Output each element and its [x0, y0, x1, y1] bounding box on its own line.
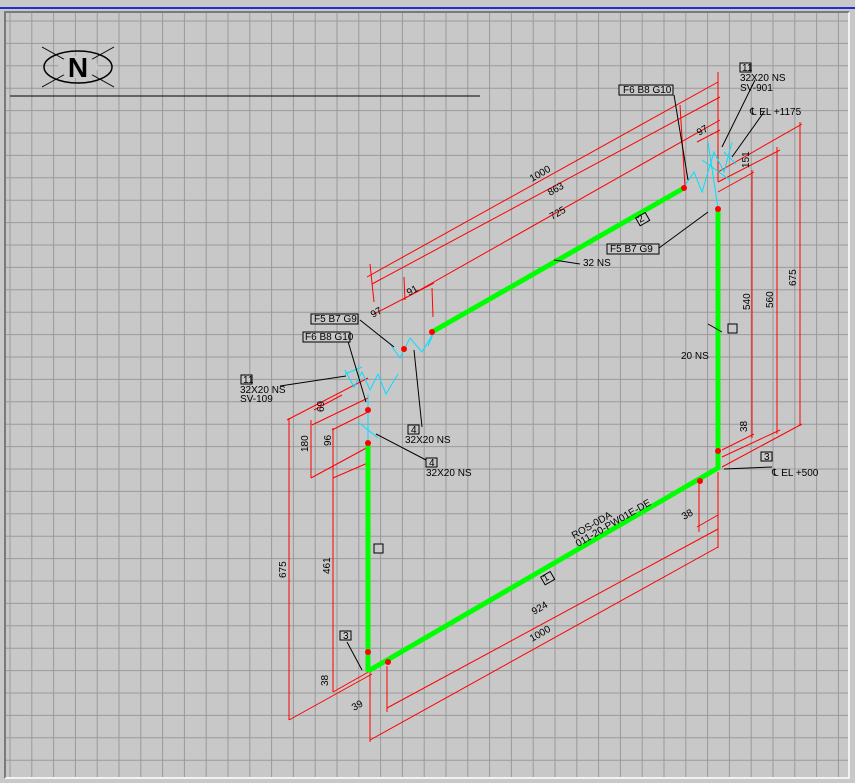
dim-675-right: 675 — [788, 269, 799, 286]
dim-863: 863 — [546, 181, 566, 199]
item4a-size-label: 32X20 NS — [405, 435, 451, 446]
drawing-canvas[interactable]: N 11 32X20 NS SV-901 ℄ EL +1175 F6 B8 G1… — [4, 11, 850, 779]
window-title-bar — [0, 0, 855, 9]
pipe-route — [365, 185, 721, 673]
dim-151: 151 — [741, 151, 752, 168]
dim-1000-top: 1000 — [528, 164, 553, 185]
right-size-label: 20 NS — [681, 351, 709, 362]
dim-97-left: 97 — [369, 305, 385, 320]
dim-461: 461 — [322, 557, 333, 574]
pipe-size-label: 32 NS — [583, 258, 611, 269]
dim-38-left: 38 — [320, 674, 331, 686]
north-label: N — [68, 52, 88, 83]
fittings — [344, 141, 737, 442]
drawing-window: N 11 32X20 NS SV-901 ℄ EL +1175 F6 B8 G1… — [0, 0, 855, 783]
top-fs-label: F6 B8 G10 — [623, 85, 672, 96]
dim-675-left: 675 — [278, 561, 289, 578]
top-tag-label: SV-901 — [740, 83, 773, 94]
top-elevation-label: ℄ EL +1175 — [749, 107, 802, 118]
left-fs-a-label: F5 B7 G9 — [314, 314, 357, 325]
dim-540: 540 — [742, 293, 753, 310]
annotations: 11 32X20 NS SV-901 ℄ EL +1175 F6 B8 G10 … — [240, 63, 819, 642]
bottom-elev-item-label: 3 — [764, 452, 770, 463]
dim-1000-bottom: 1000 — [528, 624, 553, 645]
mid-fs-label: F5 B7 G9 — [610, 244, 653, 255]
grid — [6, 13, 848, 777]
dim-560-right: 560 — [765, 291, 776, 308]
left-tag-label: SV-109 — [240, 394, 273, 405]
bottom-elevation-label: ℄ EL +500 — [771, 468, 819, 479]
dim-96: 96 — [323, 434, 334, 446]
left-fs-b-label: F6 B8 G10 — [305, 332, 354, 343]
left-bottom-item-label: 3 — [343, 631, 349, 642]
north-arrow-icon: N — [41, 46, 115, 88]
dim-38-right: 38 — [739, 420, 750, 432]
dim-69: 69 — [316, 400, 327, 412]
item4b-size-label: 32X20 NS — [426, 468, 472, 479]
dim-180: 180 — [300, 435, 311, 452]
dim-39: 39 — [350, 698, 366, 713]
dim-38-bottom: 38 — [680, 507, 696, 522]
isometric-drawing: N 11 32X20 NS SV-901 ℄ EL +1175 F6 B8 G1… — [6, 13, 848, 777]
